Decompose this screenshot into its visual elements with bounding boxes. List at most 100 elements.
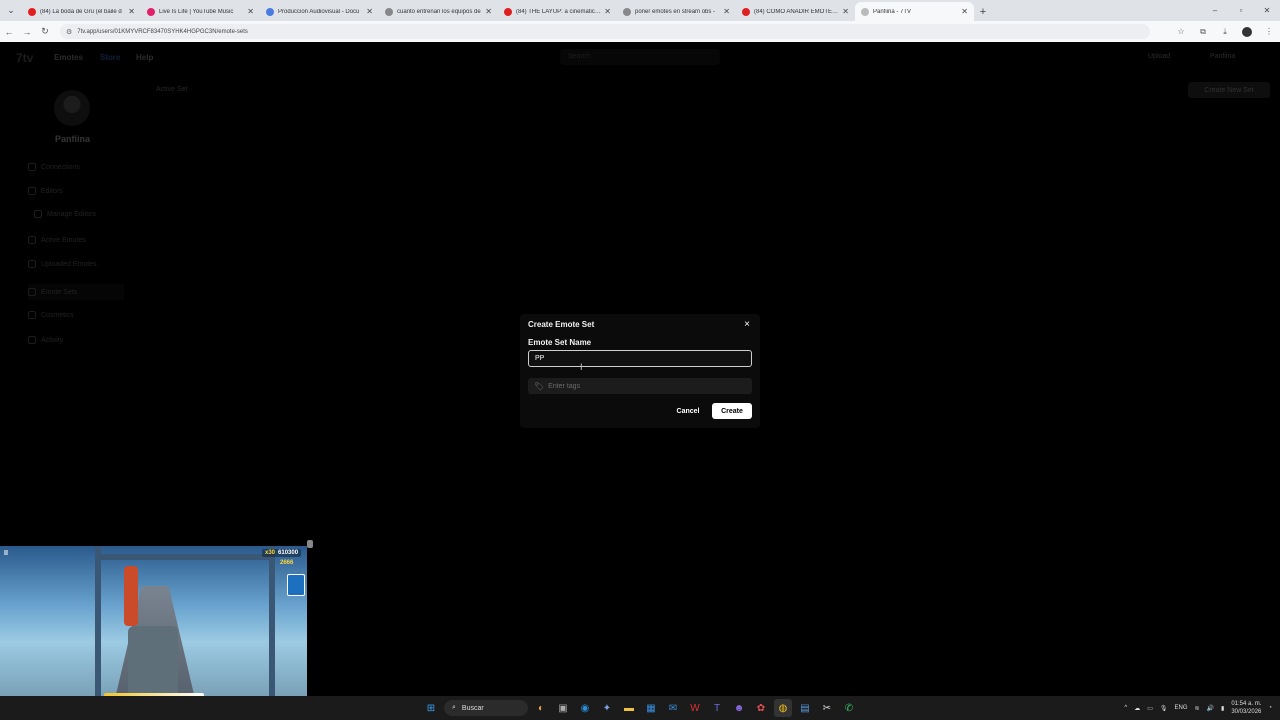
onedrive-icon[interactable]: ☁ <box>1134 705 1140 712</box>
download-icon[interactable]: ⤓ <box>1214 27 1236 37</box>
tab-close-icon[interactable]: ✕ <box>842 7 849 16</box>
site-info-icon[interactable]: ⚙ <box>66 28 72 36</box>
app-logo[interactable]: 7tv <box>16 51 33 65</box>
tab-close-icon[interactable]: ✕ <box>485 7 492 16</box>
sidebar-item[interactable]: Emote Sets <box>28 284 124 300</box>
tab-search-icon[interactable]: ⌄ <box>0 0 22 21</box>
volume-icon[interactable]: 🔊 <box>1207 705 1214 712</box>
battery-icon[interactable]: ▮ <box>1221 705 1224 712</box>
browser-tab[interactable]: Produccion Audiovisual - Docu ✕ <box>260 2 379 21</box>
back-icon[interactable]: ← <box>0 21 18 42</box>
minimize-icon[interactable]: – <box>1202 0 1228 21</box>
sidebar-item-icon <box>34 210 42 218</box>
tags-input[interactable] <box>548 382 739 390</box>
tab-close-icon[interactable]: ✕ <box>128 7 135 16</box>
emote-set-name-field[interactable] <box>528 350 752 367</box>
whatsapp-icon[interactable]: ✆ <box>840 699 858 717</box>
close-icon[interactable]: × <box>741 318 753 330</box>
tab-close-icon[interactable]: ✕ <box>604 7 611 16</box>
new-tab-button[interactable]: + <box>974 2 992 21</box>
sidebar-item[interactable]: Manage Editors <box>34 210 96 218</box>
forward-icon[interactable]: → <box>18 21 36 42</box>
menu-icon[interactable]: ⋮ <box>1258 27 1280 36</box>
close-window-icon[interactable]: ✕ <box>1254 0 1280 21</box>
sidebar-item-label: Editors <box>41 187 63 195</box>
sidebar-item-label: Cosmetics <box>41 311 74 319</box>
tray-app-icon[interactable]: ▭ <box>1147 705 1153 712</box>
browser-tab[interactable]: (84) La boda de Gru (el baile d ✕ <box>22 2 141 21</box>
create-button[interactable]: Create <box>712 403 752 419</box>
bookmark-star-icon[interactable]: ☆ <box>1170 27 1192 36</box>
sidebar-item-icon <box>28 336 36 344</box>
overlay-resize-handle[interactable] <box>307 540 313 548</box>
taskbar-search-label: Buscar <box>461 704 484 712</box>
game-video-overlay[interactable]: II x30 610300 2666 <box>0 546 307 720</box>
tab-close-icon[interactable]: ✕ <box>961 7 968 16</box>
tray-overflow-icon[interactable]: ^ <box>1124 705 1127 711</box>
wifi-icon[interactable]: ≋ <box>1195 705 1200 712</box>
discord-icon[interactable]: ☻ <box>730 699 748 717</box>
clock[interactable]: 01:54 a. m. 30/03/2026 <box>1231 700 1261 716</box>
tab-favicon-icon <box>28 7 36 16</box>
text-cursor-icon: I <box>580 362 583 372</box>
upload-button[interactable]: Upload <box>1148 53 1170 60</box>
browser-tab[interactable]: cuanto entrenan los equipos de ✕ <box>379 2 498 21</box>
sidebar-item[interactable]: Editors <box>28 187 63 195</box>
maximize-icon[interactable]: ▫ <box>1228 0 1254 21</box>
nav-emotes[interactable]: Emotes <box>54 53 83 62</box>
teams-icon[interactable]: T <box>708 699 726 717</box>
sidebar-item[interactable]: Cosmetics <box>28 311 74 319</box>
windows-start-icon[interactable]: ⊞ <box>422 699 440 717</box>
profile-avatar[interactable] <box>1236 26 1258 37</box>
cancel-button[interactable]: Cancel <box>668 403 708 419</box>
url-field[interactable]: ⚙ 7tv.app/users/01KMYVRCF83470SYHK4HGPGC… <box>60 24 1150 39</box>
sidebar-item-icon <box>28 163 36 171</box>
extensions-icon[interactable]: ⧉ <box>1192 27 1214 37</box>
lang-indicator[interactable]: ENG <box>1175 705 1188 711</box>
sidebar-item[interactable]: Activity <box>28 336 63 344</box>
tag-icon: 🏷 <box>534 381 545 391</box>
browser-tab[interactable]: (84) THE LAYUP: a cinematic ba ✕ <box>498 2 617 21</box>
top-user-menu[interactable]: Panfiina <box>1210 53 1235 60</box>
tab-close-icon[interactable]: ✕ <box>366 7 373 16</box>
train <box>128 626 178 696</box>
browser-tab[interactable]: (84) COMO AÑADIR EMOTES C ✕ <box>736 2 855 21</box>
tab-favicon-icon <box>266 7 274 16</box>
tags-field[interactable]: 🏷 <box>528 378 752 394</box>
sidebar-item[interactable]: Uploaded Emotes <box>28 260 97 268</box>
sidebar-item[interactable]: Active Emotes <box>28 236 86 244</box>
reload-icon[interactable]: ↻ <box>36 21 54 42</box>
capcut-icon[interactable]: ✂ <box>818 699 836 717</box>
edge-icon[interactable]: ◉ <box>576 699 594 717</box>
chrome-icon[interactable]: ◍ <box>774 699 792 717</box>
browser-tab[interactable]: Live Is Life | YouTube Music ✕ <box>141 2 260 21</box>
nav-store[interactable]: Store <box>100 53 120 62</box>
mail-icon[interactable]: ✉ <box>664 699 682 717</box>
copilot-icon[interactable]: ✦ <box>598 699 616 717</box>
taskbar-search[interactable]: ⌕ Buscar <box>444 700 528 716</box>
notepad-icon[interactable]: ▤ <box>796 699 814 717</box>
task-view-icon[interactable]: ▣ <box>554 699 572 717</box>
tab-close-icon[interactable]: ✕ <box>723 7 730 16</box>
sidebar-item-label: Manage Editors <box>47 210 97 218</box>
browser-tab[interactable]: Panfiina - 7TV ✕ <box>855 2 974 21</box>
nav-help[interactable]: Help <box>136 53 153 62</box>
widget-icon[interactable]: ◐ <box>532 699 550 717</box>
create-emote-set-dialog: Create Emote Set × Emote Set Name 🏷 Canc… <box>520 314 760 428</box>
app-icon[interactable]: ✿ <box>752 699 770 717</box>
file-explorer-icon[interactable]: ▬ <box>620 699 638 717</box>
pause-icon[interactable]: II <box>4 550 12 558</box>
active-set-label[interactable]: Active Set <box>156 86 188 93</box>
sidebar-item-icon <box>28 288 36 296</box>
tab-close-icon[interactable]: ✕ <box>247 7 254 16</box>
mic-icon[interactable]: 🎙 <box>1160 705 1168 712</box>
store-icon[interactable]: ▦ <box>642 699 660 717</box>
browser-tab[interactable]: poner emotes en stream obs - ✕ <box>617 2 736 21</box>
sidebar-item[interactable]: Connections <box>28 163 80 171</box>
create-new-set-button[interactable]: Create New Set <box>1188 82 1270 98</box>
powerup-button[interactable] <box>287 574 305 596</box>
search-input[interactable]: Search <box>560 49 720 65</box>
sidebar-item-label: Connections <box>41 163 80 171</box>
wps-icon[interactable]: W <box>686 699 704 717</box>
notification-icon[interactable]: ◔ <box>1268 705 1272 711</box>
